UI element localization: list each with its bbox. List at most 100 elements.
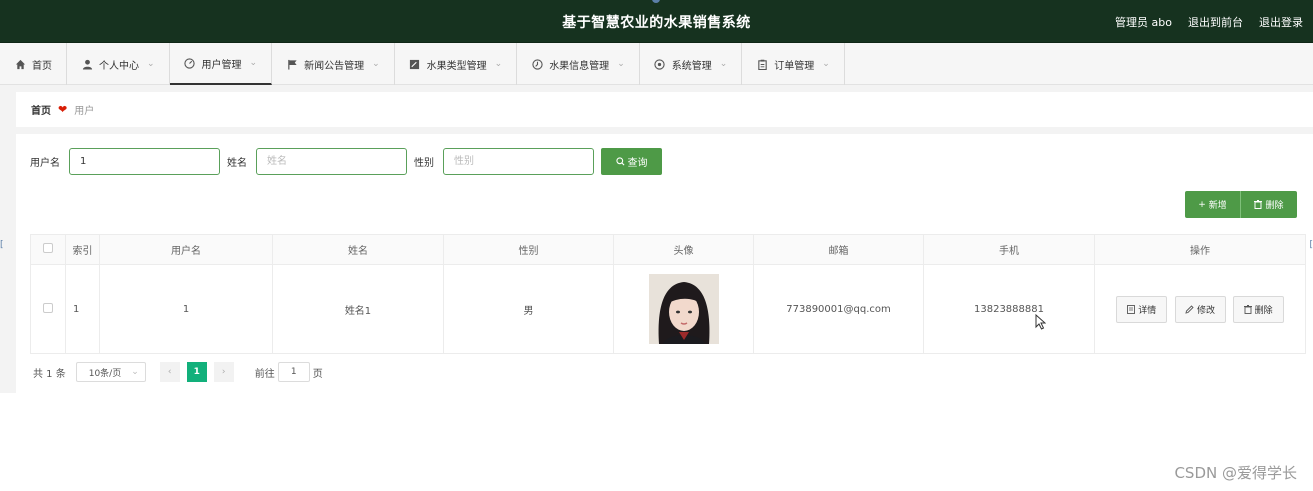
row-select-cell <box>30 264 66 354</box>
person-icon <box>81 58 93 70</box>
username-label: 用户名 <box>30 158 60 169</box>
nav-label: 首页 <box>32 60 52 72</box>
username-cell: 1 <box>99 264 273 354</box>
chevron-down-icon: ⌄ <box>719 59 728 69</box>
logout-link[interactable]: 退出登录 <box>1259 14 1303 30</box>
trash-icon <box>1243 304 1252 314</box>
gender-cell: 男 <box>443 264 614 354</box>
row-checkbox[interactable] <box>43 302 53 313</box>
nav-label: 订单管理 <box>774 60 815 72</box>
chevron-left-icon: ‹ <box>167 367 172 377</box>
chevron-down-icon: ⌄ <box>147 59 155 69</box>
nav-label: 新闻公告管理 <box>304 60 365 72</box>
row-delete-button[interactable]: 删除 <box>1232 295 1284 323</box>
main-nav: 首页 个人中心 ⌄ 用户管理 ⌄ 新闻公告管理 ⌄ 水果类型管理 ⌄ 水果信息管… <box>0 43 1313 85</box>
column-header: 姓名 <box>272 234 444 265</box>
pagination: 共 1 条 10条/页 ⌄ ‹ 1 › 前往 1 页 <box>33 362 323 382</box>
nav-item-home[interactable]: 首页 <box>0 43 67 85</box>
table-header-row: 索引 用户名 姓名 性别 头像 邮箱 手机 操作 <box>30 234 1306 265</box>
email-cell: 773890001@qq.com <box>753 264 924 354</box>
document-icon <box>1127 304 1136 314</box>
chevron-right-icon: › <box>221 367 226 377</box>
column-header: 操作 <box>1094 234 1306 265</box>
column-header: 手机 <box>923 234 1095 265</box>
watermark: CSDN @爱得学长 <box>1174 464 1297 482</box>
breadcrumb-current: 用户 <box>74 106 95 117</box>
page-size-select[interactable]: 10条/页 ⌄ <box>75 362 146 382</box>
edit-icon <box>409 58 421 70</box>
nav-item-system-management[interactable]: 系统管理 ⌄ <box>640 43 743 85</box>
name-input[interactable] <box>256 148 407 175</box>
nav-label: 水果类型管理 <box>426 60 487 72</box>
mouse-cursor-icon <box>1035 313 1047 334</box>
table-row: 1 1 姓名1 男 773890001@qq.com 13823888881 详… <box>30 264 1306 354</box>
search-button-label: 查询 <box>627 158 648 169</box>
header-user-area: 管理员 abo 退出到前台 退出登录 <box>1115 14 1303 30</box>
flag-icon <box>286 58 298 70</box>
chevron-down-icon: ⌄ <box>131 367 139 377</box>
prev-page-button[interactable]: ‹ <box>159 362 180 382</box>
exit-to-front-link[interactable]: 退出到前台 <box>1188 14 1243 30</box>
row-delete-button-label: 删除 <box>1254 305 1273 316</box>
nav-item-news-management[interactable]: 新闻公告管理 ⌄ <box>272 43 395 85</box>
column-header: 邮箱 <box>753 234 924 265</box>
action-buttons: + 新增 删除 <box>1185 191 1297 218</box>
total-count: 共 1 条 <box>33 368 66 380</box>
chevron-down-icon: ⌄ <box>494 59 503 69</box>
home-icon <box>14 58 26 70</box>
name-label: 姓名 <box>227 158 247 169</box>
nav-item-order-management[interactable]: 订单管理 ⌄ <box>742 43 845 85</box>
edge-marker-right: [ <box>1309 240 1313 250</box>
search-icon <box>615 157 624 166</box>
ops-cell: 详情 修改 删除 <box>1094 264 1306 354</box>
top-indicator <box>652 0 660 3</box>
breadcrumb: 首页 ❤ 用户 <box>16 92 1313 127</box>
page-size-value: 10条/页 <box>88 368 122 379</box>
search-form: 用户名 姓名 性别 查询 <box>30 148 662 175</box>
goto-page-input[interactable]: 1 <box>277 362 310 382</box>
main-card: 用户名 姓名 性别 查询 + 新增 删除 索引 用户名 姓名 性 <box>16 134 1313 393</box>
clipboard-icon <box>756 58 768 70</box>
nav-label: 用户管理 <box>201 59 242 71</box>
gender-input[interactable] <box>443 148 594 175</box>
edge-marker-left: [ <box>0 240 4 250</box>
user-table: 索引 用户名 姓名 性别 头像 邮箱 手机 操作 1 1 姓名1 男 77389… <box>30 234 1306 354</box>
index-cell: 1 <box>65 264 100 354</box>
nav-item-user-management[interactable]: 用户管理 ⌄ <box>169 43 273 85</box>
plus-icon: + <box>1198 199 1206 210</box>
nav-item-fruit-type-management[interactable]: 水果类型管理 ⌄ <box>395 43 518 85</box>
trash-icon <box>1254 200 1263 209</box>
page-number-button[interactable]: 1 <box>186 362 207 382</box>
batch-delete-button[interactable]: 删除 <box>1241 191 1297 218</box>
detail-button[interactable]: 详情 <box>1116 295 1168 323</box>
column-header: 用户名 <box>99 234 273 265</box>
next-page-button[interactable]: › <box>213 362 234 382</box>
pencil-icon <box>1185 304 1194 314</box>
breadcrumb-home[interactable]: 首页 <box>31 102 51 117</box>
chevron-down-icon: ⌄ <box>372 59 380 69</box>
settings-icon <box>654 58 666 70</box>
edit-button[interactable]: 修改 <box>1174 295 1226 323</box>
top-header: 基于智慧农业的水果销售系统 管理员 abo 退出到前台 退出登录 <box>0 0 1313 43</box>
add-button-label: 新增 <box>1208 201 1227 211</box>
add-button[interactable]: + 新增 <box>1185 191 1241 218</box>
nav-item-fruit-info-management[interactable]: 水果信息管理 ⌄ <box>517 43 640 85</box>
select-all-checkbox[interactable] <box>43 243 53 253</box>
name-cell: 姓名1 <box>272 264 444 354</box>
search-button[interactable]: 查询 <box>601 148 662 175</box>
chevron-down-icon: ⌄ <box>249 58 258 68</box>
nav-item-personal-center[interactable]: 个人中心 ⌄ <box>67 43 170 85</box>
avatar <box>648 274 719 344</box>
column-header: 头像 <box>613 234 754 265</box>
avatar-cell <box>613 264 754 354</box>
column-header: 性别 <box>443 234 614 265</box>
detail-button-label: 详情 <box>1138 305 1157 316</box>
edit-button-label: 修改 <box>1196 305 1215 316</box>
delete-button-label: 删除 <box>1265 201 1284 211</box>
username-input[interactable] <box>69 148 220 175</box>
gender-label: 性别 <box>414 158 434 169</box>
phone-cell: 13823888881 <box>923 264 1095 354</box>
goto-label: 前往 <box>254 368 275 380</box>
nav-label: 系统管理 <box>671 60 712 72</box>
clock-icon <box>531 58 543 70</box>
